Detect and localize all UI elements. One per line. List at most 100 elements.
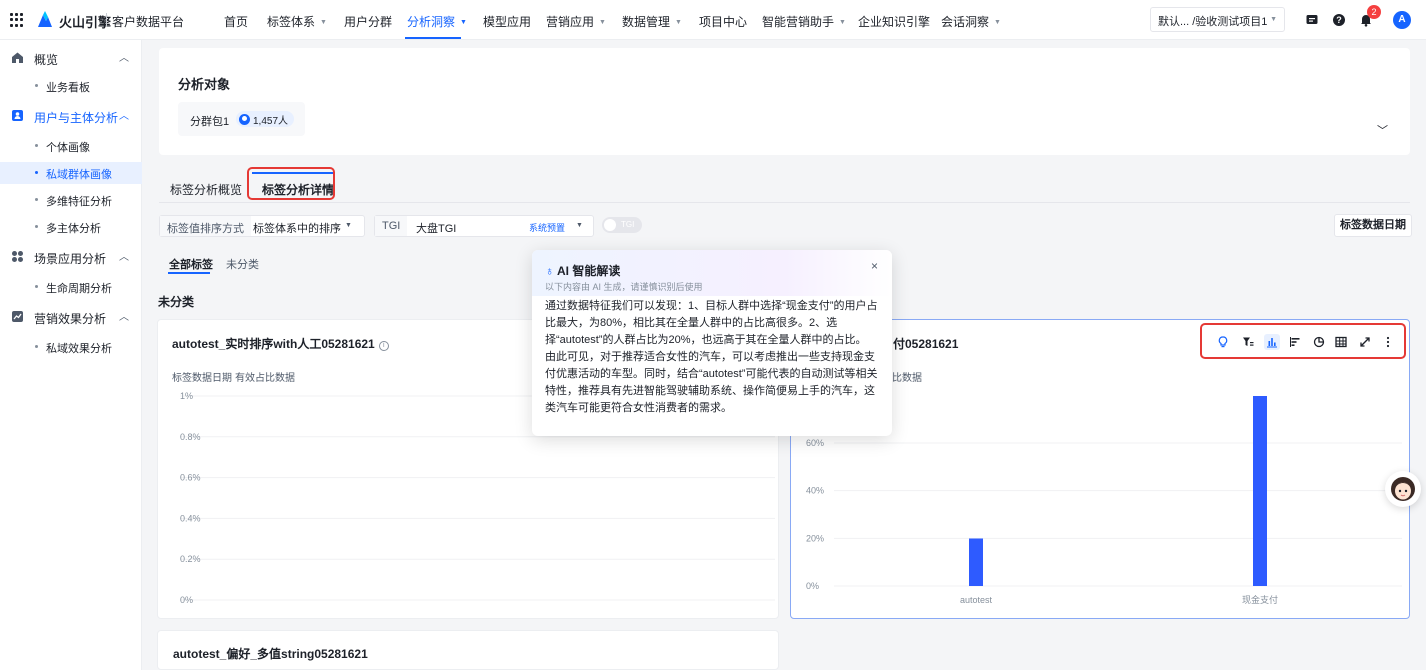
- chart-bottom-title: autotest_偏好_多值string05281621: [173, 647, 368, 661]
- chevron-up-icon: ︿: [119, 53, 129, 64]
- bar-chart-icon[interactable]: [1264, 334, 1280, 350]
- nav-marketing-apps[interactable]: 营销应用 ▼: [546, 13, 606, 30]
- nav-conversation-insight[interactable]: 会话洞察 ▼: [941, 13, 1001, 30]
- chart-left-meta-date: 标签数据日期: [172, 373, 232, 384]
- chart-left-meta-ratio: 有效占比数据: [235, 373, 295, 384]
- info-icon[interactable]: i: [378, 341, 389, 351]
- tgi-value: 大盘TGI: [416, 223, 457, 235]
- nav-tag-system[interactable]: 标签体系 ▼: [267, 13, 327, 30]
- sidebar-group-label: 场景应用分析: [34, 252, 107, 266]
- top-navbar: 火山引擎 客户数据平台 首页 标签体系 ▼ 用户分群 分析洞察 ▼ 模型应用 营销应…: [0, 0, 1426, 40]
- chart-card-bottom[interactable]: autotest_偏好_多值string05281621: [157, 630, 779, 670]
- analysis-object-title: 分析对象: [178, 77, 231, 92]
- bulb-icon: ♁: [545, 264, 554, 278]
- nav-knowledge-engine[interactable]: 企业知识引擎: [858, 13, 930, 30]
- chevron-down-icon: ▼: [576, 222, 583, 229]
- sidebar-item-label: 多主体分析: [46, 223, 101, 235]
- tgi-toggle[interactable]: TGI: [602, 217, 642, 233]
- sidebar-item-label: 个体画像: [46, 142, 90, 154]
- chevron-down-icon: ▼: [994, 19, 1001, 26]
- sidebar-group-overview[interactable]: 概览 ︿: [0, 48, 142, 68]
- bulb-icon[interactable]: [1215, 334, 1231, 350]
- sidebar-item-private-effect-analysis[interactable]: 私域效果分析: [0, 336, 142, 358]
- sidebar-item-label: 私域效果分析: [46, 343, 112, 355]
- svg-text:?: ?: [1336, 15, 1342, 25]
- more-icon[interactable]: [1380, 334, 1396, 350]
- tgi-label: TGI: [375, 216, 408, 236]
- chevron-down-icon: ▼: [675, 19, 682, 26]
- chevron-up-icon: ︿: [119, 252, 129, 263]
- chevron-down-icon: ▼: [1270, 16, 1277, 23]
- user-avatar[interactable]: A: [1393, 11, 1411, 29]
- volcano-logo-icon: [38, 11, 52, 27]
- chart-left-title-text: autotest_实时排序with人工05281621: [172, 337, 375, 351]
- table-icon[interactable]: [1333, 334, 1349, 350]
- help-icon[interactable]: ?: [1332, 13, 1346, 27]
- sidebar-item-private-group-portrait[interactable]: 私域群体画像: [0, 162, 142, 184]
- sidebar: 概览 ︿ 业务看板 用户与主体分析 ︿ 个体画像 私域群体画像 多维特征分析 多…: [0, 40, 142, 670]
- toggle-label: TGI: [621, 220, 635, 229]
- sidebar-item-business-dashboard[interactable]: 业务看板: [0, 75, 142, 97]
- nav-data-management[interactable]: 数据管理 ▼: [622, 13, 682, 30]
- sort-method-select[interactable]: 标签值排序方式 标签体系中的排序 ▼: [159, 215, 365, 237]
- ai-interpretation-popup: ♁ AI 智能解读 × 以下内容由 AI 生成，请谨慎识别后使用 通过数据特征我们…: [532, 250, 892, 436]
- bullet-icon: [35, 144, 38, 147]
- ai-popup-body: 通过数据特征我们可以发现：1、目标人群中选择“现金支付”的用户占比最大，为80%…: [545, 298, 885, 417]
- sidebar-item-lifecycle-analysis[interactable]: 生命周期分析: [0, 276, 142, 298]
- project-select[interactable]: 默认... /验收测试项目1 ▼: [1150, 7, 1285, 32]
- chevron-up-icon: ︿: [119, 111, 129, 122]
- ai-popup-title: ♁ AI 智能解读: [545, 262, 620, 279]
- expand-icon[interactable]: [1357, 334, 1373, 350]
- segment-package-chip[interactable]: 分群包1 1,457人: [178, 102, 305, 136]
- chart-right-title: 付05281621: [893, 337, 959, 351]
- subtab-uncategorized[interactable]: 未分类: [226, 256, 259, 272]
- sidebar-group-label: 营销效果分析: [34, 312, 107, 326]
- package-count-badge: 1,457人: [236, 111, 295, 127]
- bullet-icon: [35, 225, 38, 228]
- tag-data-date-button[interactable]: 标签数据日期: [1334, 214, 1412, 237]
- sidebar-item-multi-subject-analysis[interactable]: 多主体分析: [0, 216, 142, 238]
- bullet-icon: [35, 198, 38, 201]
- chart-left-title: autotest_实时排序with人工05281621 i: [172, 335, 389, 352]
- project-select-value: 默认... /验收测试项目1: [1158, 16, 1268, 28]
- filter-sort-icon[interactable]: [1240, 334, 1256, 350]
- analysis-object-card: [159, 48, 1410, 155]
- sidebar-item-individual-portrait[interactable]: 个体画像: [0, 135, 142, 157]
- close-icon[interactable]: ×: [871, 259, 878, 273]
- sidebar-group-marketing-effect[interactable]: 营销效果分析 ︿: [0, 307, 142, 327]
- message-icon[interactable]: [1305, 13, 1319, 27]
- nav-analysis-insight[interactable]: 分析洞察 ▼: [407, 13, 467, 30]
- product-name: 客户数据平台: [112, 15, 185, 29]
- sidebar-group-label: 用户与主体分析: [34, 111, 119, 125]
- sidebar-item-label: 多维特征分析: [46, 196, 112, 208]
- chart-toolbar: [1200, 323, 1406, 359]
- chevron-down-icon[interactable]: ﹀: [1377, 122, 1388, 138]
- assistant-avatar[interactable]: [1385, 471, 1421, 507]
- sidebar-item-label: 私域群体画像: [46, 169, 112, 181]
- brand-name: 火山引擎: [59, 15, 112, 30]
- app-grid-icon[interactable]: [10, 13, 24, 27]
- nav-smart-marketing-assistant[interactable]: 智能营销助手 ▼: [762, 13, 846, 30]
- nav-model-apps[interactable]: 模型应用: [483, 13, 531, 30]
- subtab-all-tags[interactable]: 全部标签: [169, 256, 213, 272]
- sidebar-group-user-analysis[interactable]: 用户与主体分析 ︿: [0, 106, 142, 126]
- pie-chart-icon[interactable]: [1311, 334, 1327, 350]
- system-preset-tag: 系统预置: [529, 223, 566, 233]
- tab-tag-overview[interactable]: 标签分析概览: [170, 181, 242, 198]
- bar-horizontal-icon[interactable]: [1287, 334, 1303, 350]
- sidebar-group-label: 概览: [34, 53, 59, 67]
- nav-project-center[interactable]: 项目中心: [699, 13, 747, 30]
- people-icon: [239, 113, 250, 125]
- nav-home[interactable]: 首页: [224, 13, 248, 30]
- sidebar-item-multi-dim-analysis[interactable]: 多维特征分析: [0, 189, 142, 211]
- trend-chart-icon: [12, 311, 23, 322]
- package-name: 分群包1: [190, 116, 230, 128]
- sidebar-group-scenario-analysis[interactable]: 场景应用分析 ︿: [0, 247, 142, 267]
- chevron-down-icon: ▼: [599, 19, 606, 26]
- nav-user-segment[interactable]: 用户分群: [344, 13, 392, 30]
- bullet-icon: [35, 171, 38, 174]
- ai-popup-disclaimer: 以下内容由 AI 生成，请谨慎识别后使用: [545, 282, 703, 292]
- highlight-box: [247, 167, 335, 200]
- notification-badge: 2: [1367, 5, 1381, 19]
- subtab-active-indicator: [168, 272, 210, 274]
